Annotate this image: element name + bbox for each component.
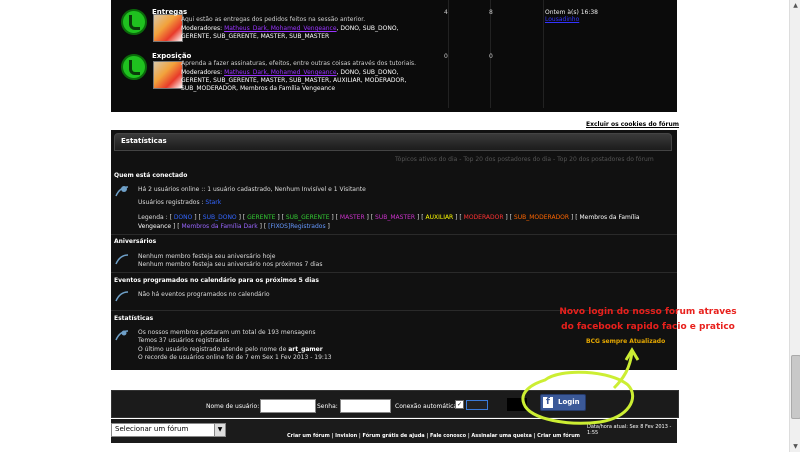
page-scrollbar[interactable]: ▲ ▼ [789, 0, 800, 452]
page: Entregas Aqui estão as entregas dos pedi… [0, 0, 800, 452]
scrollbar-thumb[interactable] [791, 355, 800, 419]
annotation-drawing [521, 347, 640, 425]
annotation-circle [521, 370, 635, 425]
scroll-down-icon[interactable]: ▼ [790, 441, 800, 452]
scroll-up-icon[interactable]: ▲ [790, 0, 800, 11]
